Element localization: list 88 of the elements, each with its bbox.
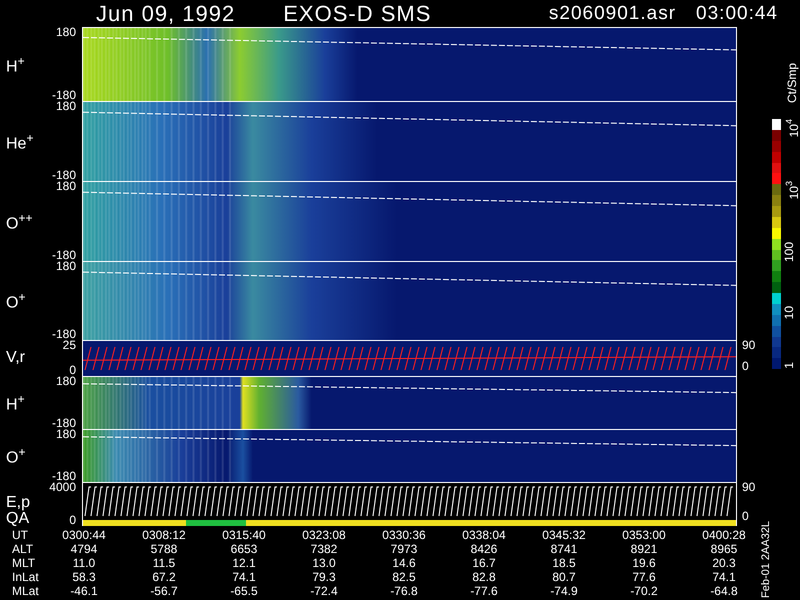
panel-label: V,r <box>6 351 26 365</box>
axis-tick-label: -180 <box>52 170 76 181</box>
axis-tick-label: 0 <box>69 515 76 526</box>
table-cell-text: -70.2 <box>629 584 659 598</box>
axis-tick-label: 90 <box>742 340 756 351</box>
colorbar-tick-label: 1 <box>783 362 797 369</box>
axis-tick-label: 0 <box>69 365 76 376</box>
table-cell-text: 5788 <box>150 542 178 556</box>
panel-label: O$^{+}$ <box>6 445 26 466</box>
panel-label: E,p <box>6 496 32 510</box>
table-cell-text: 12.1 <box>231 556 257 570</box>
row-label: MLT <box>11 556 36 570</box>
table-cell-text: -46.1 <box>69 584 99 598</box>
table-cell-text: 16.7 <box>471 556 497 570</box>
table-cell-text: 82.5 <box>391 570 417 584</box>
axis-tick-label: 180 <box>56 101 76 112</box>
plot-note: Feb-01 2AA32L <box>760 520 773 598</box>
table-cell-text: 8741 <box>550 542 578 556</box>
table-cell-text: 6653 <box>230 542 258 556</box>
table-cell-text: 19.6 <box>631 556 657 570</box>
table-cell-text: 77.6 <box>631 570 657 584</box>
table-cell-text: 0323:08 <box>301 528 347 542</box>
axis-tick-label: -180 <box>52 418 76 429</box>
axis-tick-label: 180 <box>56 181 76 192</box>
unit-label: Ct/Smp <box>786 63 798 104</box>
table-cell-text: 74.1 <box>231 570 257 584</box>
axis-tick-label: 0 <box>742 361 750 372</box>
axis-tick-label: 180 <box>56 376 76 387</box>
table-cell-text: 8921 <box>630 542 658 556</box>
axis-tick-label: 4000 <box>49 482 76 493</box>
table-cell-text: 0330:36 <box>381 528 427 542</box>
table-cell-text: 11.0 <box>72 556 96 570</box>
table-cell-text: -56.7 <box>149 584 179 598</box>
plot-time: 03:00:44 <box>696 2 778 24</box>
axis-tick-label: -180 <box>52 328 76 340</box>
table-cell-text: 18.5 <box>551 556 577 570</box>
axis-tick-label: 180 <box>56 429 76 440</box>
row-label: InLat <box>11 570 40 584</box>
table-cell-text: -76.8 <box>389 584 419 598</box>
table-cell-text: -64.8 <box>709 584 739 598</box>
table-cell-text: -65.5 <box>229 584 259 598</box>
table-cell-text: 82.8 <box>471 570 497 584</box>
table-cell-text: 79.3 <box>311 570 337 584</box>
table-cell-text: -72.4 <box>309 584 339 598</box>
axis-tick-label: 0 <box>742 511 750 522</box>
plot-title: EXOS-D SMS <box>283 2 432 24</box>
row-label: UT <box>11 528 29 542</box>
table-cell-text: 0308:12 <box>141 528 187 542</box>
table-cell-text: 20.3 <box>711 556 737 570</box>
file-name: s2060901.asr <box>548 2 676 24</box>
axis-tick-label: -180 <box>52 90 76 101</box>
table-cell-text: 8426 <box>470 542 498 556</box>
panel-label: QA <box>6 512 30 526</box>
table-cell-text: 0315:40 <box>221 528 267 542</box>
table-cell-text: 67.2 <box>151 570 177 584</box>
axis-tick-label: -180 <box>52 470 76 482</box>
colorbar-tick-label: 100 <box>783 242 797 262</box>
table-cell-text: 0300:44 <box>61 528 107 542</box>
table-cell-text: 80.7 <box>551 570 577 584</box>
table-cell-text: 0338:04 <box>461 528 507 542</box>
table-cell-text: 58.3 <box>71 570 97 584</box>
panel-label: H$^{+}$ <box>6 392 26 413</box>
table-cell-text: -77.6 <box>469 584 499 598</box>
table-cell-text: 11.5 <box>152 556 176 570</box>
panel-label: O$^{++}$ <box>6 210 34 232</box>
table-cell-text: 7973 <box>390 542 418 556</box>
table-cell-text: 0400:28 <box>701 528 747 542</box>
axis-tick-label: -180 <box>52 250 76 261</box>
table-cell-text: 14.6 <box>391 556 417 570</box>
axis-tick-label: 90 <box>742 482 756 493</box>
row-label: MLat <box>11 584 40 598</box>
table-cell-text: 7382 <box>310 542 338 556</box>
axis-tick-label: 25 <box>62 340 76 351</box>
panel-label: H$^{+}$ <box>6 54 26 74</box>
table-cell-text: 0345:32 <box>541 528 587 542</box>
row-label: ALT <box>11 542 34 556</box>
table-cell-text: 8965 <box>710 542 738 556</box>
plot-date: Jun 09, 1992 <box>96 2 236 24</box>
table-cell-text: 0353:00 <box>621 528 667 542</box>
axis-tick-label: 180 <box>56 261 76 272</box>
table-cell-text: 4794 <box>70 542 98 556</box>
table-cell-text: -74.9 <box>549 584 579 598</box>
table-cell-text: 74.1 <box>711 570 737 584</box>
axis-tick-label: 180 <box>56 27 76 38</box>
panel-label: O$^{+}$ <box>6 290 26 311</box>
panel-label: He$^{+}$ <box>6 130 34 152</box>
table-cell-text: 13.0 <box>311 556 337 570</box>
colorbar-tick-label: 10 <box>783 306 797 319</box>
